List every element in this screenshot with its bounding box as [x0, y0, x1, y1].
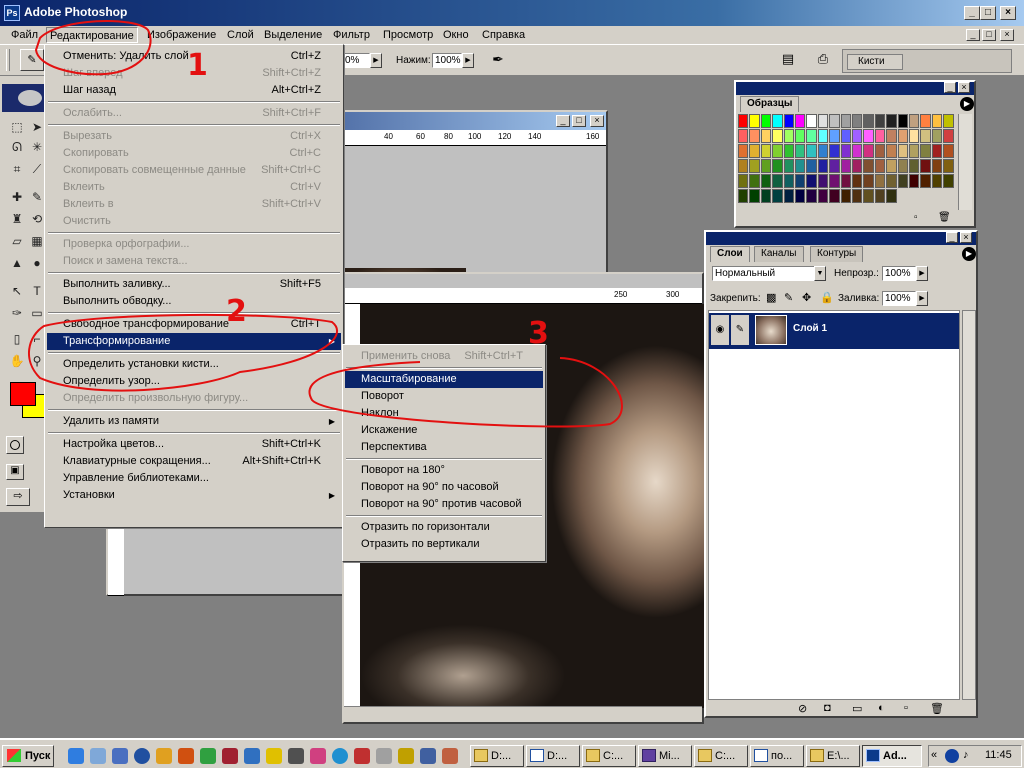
system-tray: « ♪ 11:45 — [928, 745, 1022, 767]
winrar-quicklaunch-icon[interactable] — [222, 748, 238, 764]
taskbar-button-label: Ad... — [883, 750, 907, 762]
desktop-quicklaunch-icon[interactable] — [90, 748, 106, 764]
ie-quicklaunch-icon[interactable] — [68, 748, 84, 764]
taskbar-button-mi[interactable]: Mi... — [638, 745, 692, 767]
taskbar-button-folder-c2[interactable]: C:... — [694, 745, 748, 767]
taskbar-button-folder-e[interactable]: E:\... — [806, 745, 860, 767]
taskbar-button-label: C:... — [603, 750, 624, 762]
taskbar-button-label: D:... — [491, 750, 512, 762]
annotation-circle-3 — [308, 357, 623, 428]
app-quicklaunch-icon[interactable] — [156, 748, 172, 764]
app3-quicklaunch-icon[interactable] — [200, 748, 216, 764]
app9-quicklaunch-icon[interactable] — [354, 748, 370, 764]
app4-quicklaunch-icon[interactable] — [244, 748, 260, 764]
annotation-number-1: 1 — [187, 48, 208, 83]
folder-icon — [810, 749, 824, 762]
folder-icon — [698, 749, 712, 762]
taskbar-button-folder-d1[interactable]: D:... — [470, 745, 524, 767]
outlook-quicklaunch-icon[interactable] — [112, 748, 128, 764]
app11-quicklaunch-icon[interactable] — [398, 748, 414, 764]
windows-logo-icon — [7, 749, 21, 762]
red-annotation-overlay — [27, 19, 623, 428]
tray-app-icon[interactable] — [945, 749, 959, 763]
photoshop-icon — [866, 749, 880, 762]
app7-quicklaunch-icon[interactable] — [310, 748, 326, 764]
taskbar-button-folder-c1[interactable]: C:... — [582, 745, 636, 767]
folder-icon — [586, 749, 600, 762]
annotation-number-2: 2 — [226, 294, 247, 329]
taskbar: Пуск D:... D:... C:... Mi... C:... по...… — [0, 738, 1024, 768]
app6-quicklaunch-icon[interactable] — [288, 748, 304, 764]
start-button[interactable]: Пуск — [2, 745, 54, 767]
annotation-circle-2 — [27, 313, 338, 392]
taskbar-button-label: C:... — [715, 750, 736, 762]
app2-quicklaunch-icon[interactable] — [178, 748, 194, 764]
app8-quicklaunch-icon[interactable] — [332, 748, 348, 764]
volume-icon[interactable]: ♪ — [963, 749, 969, 761]
app12-quicklaunch-icon[interactable] — [420, 748, 436, 764]
taskbar-button-label: Mi... — [659, 750, 680, 762]
start-label: Пуск — [25, 750, 51, 762]
annotation-circle-1 — [34, 19, 152, 76]
taskbar-button-po[interactable]: по... — [750, 745, 804, 767]
folder-icon — [474, 749, 488, 762]
tray-expand-icon[interactable]: « — [931, 749, 937, 761]
document-icon — [530, 749, 544, 762]
taskbar-button-folder-d2[interactable]: D:... — [526, 745, 580, 767]
media-quicklaunch-icon[interactable] — [134, 748, 150, 764]
document-icon — [754, 749, 768, 762]
app13-quicklaunch-icon[interactable] — [442, 748, 458, 764]
app-icon — [642, 749, 656, 762]
app10-quicklaunch-icon[interactable] — [376, 748, 392, 764]
foreground-color-swatch[interactable] — [10, 382, 36, 406]
taskbar-button-label: по... — [771, 750, 793, 762]
annotation-number-3: 3 — [528, 316, 549, 351]
clock: 11:45 — [985, 749, 1012, 761]
taskbar-button-label: E:\... — [827, 750, 850, 762]
taskbar-button-label: D:... — [547, 750, 568, 762]
taskbar-button-photoshop[interactable]: Ad... — [862, 745, 922, 767]
app5-quicklaunch-icon[interactable] — [266, 748, 282, 764]
